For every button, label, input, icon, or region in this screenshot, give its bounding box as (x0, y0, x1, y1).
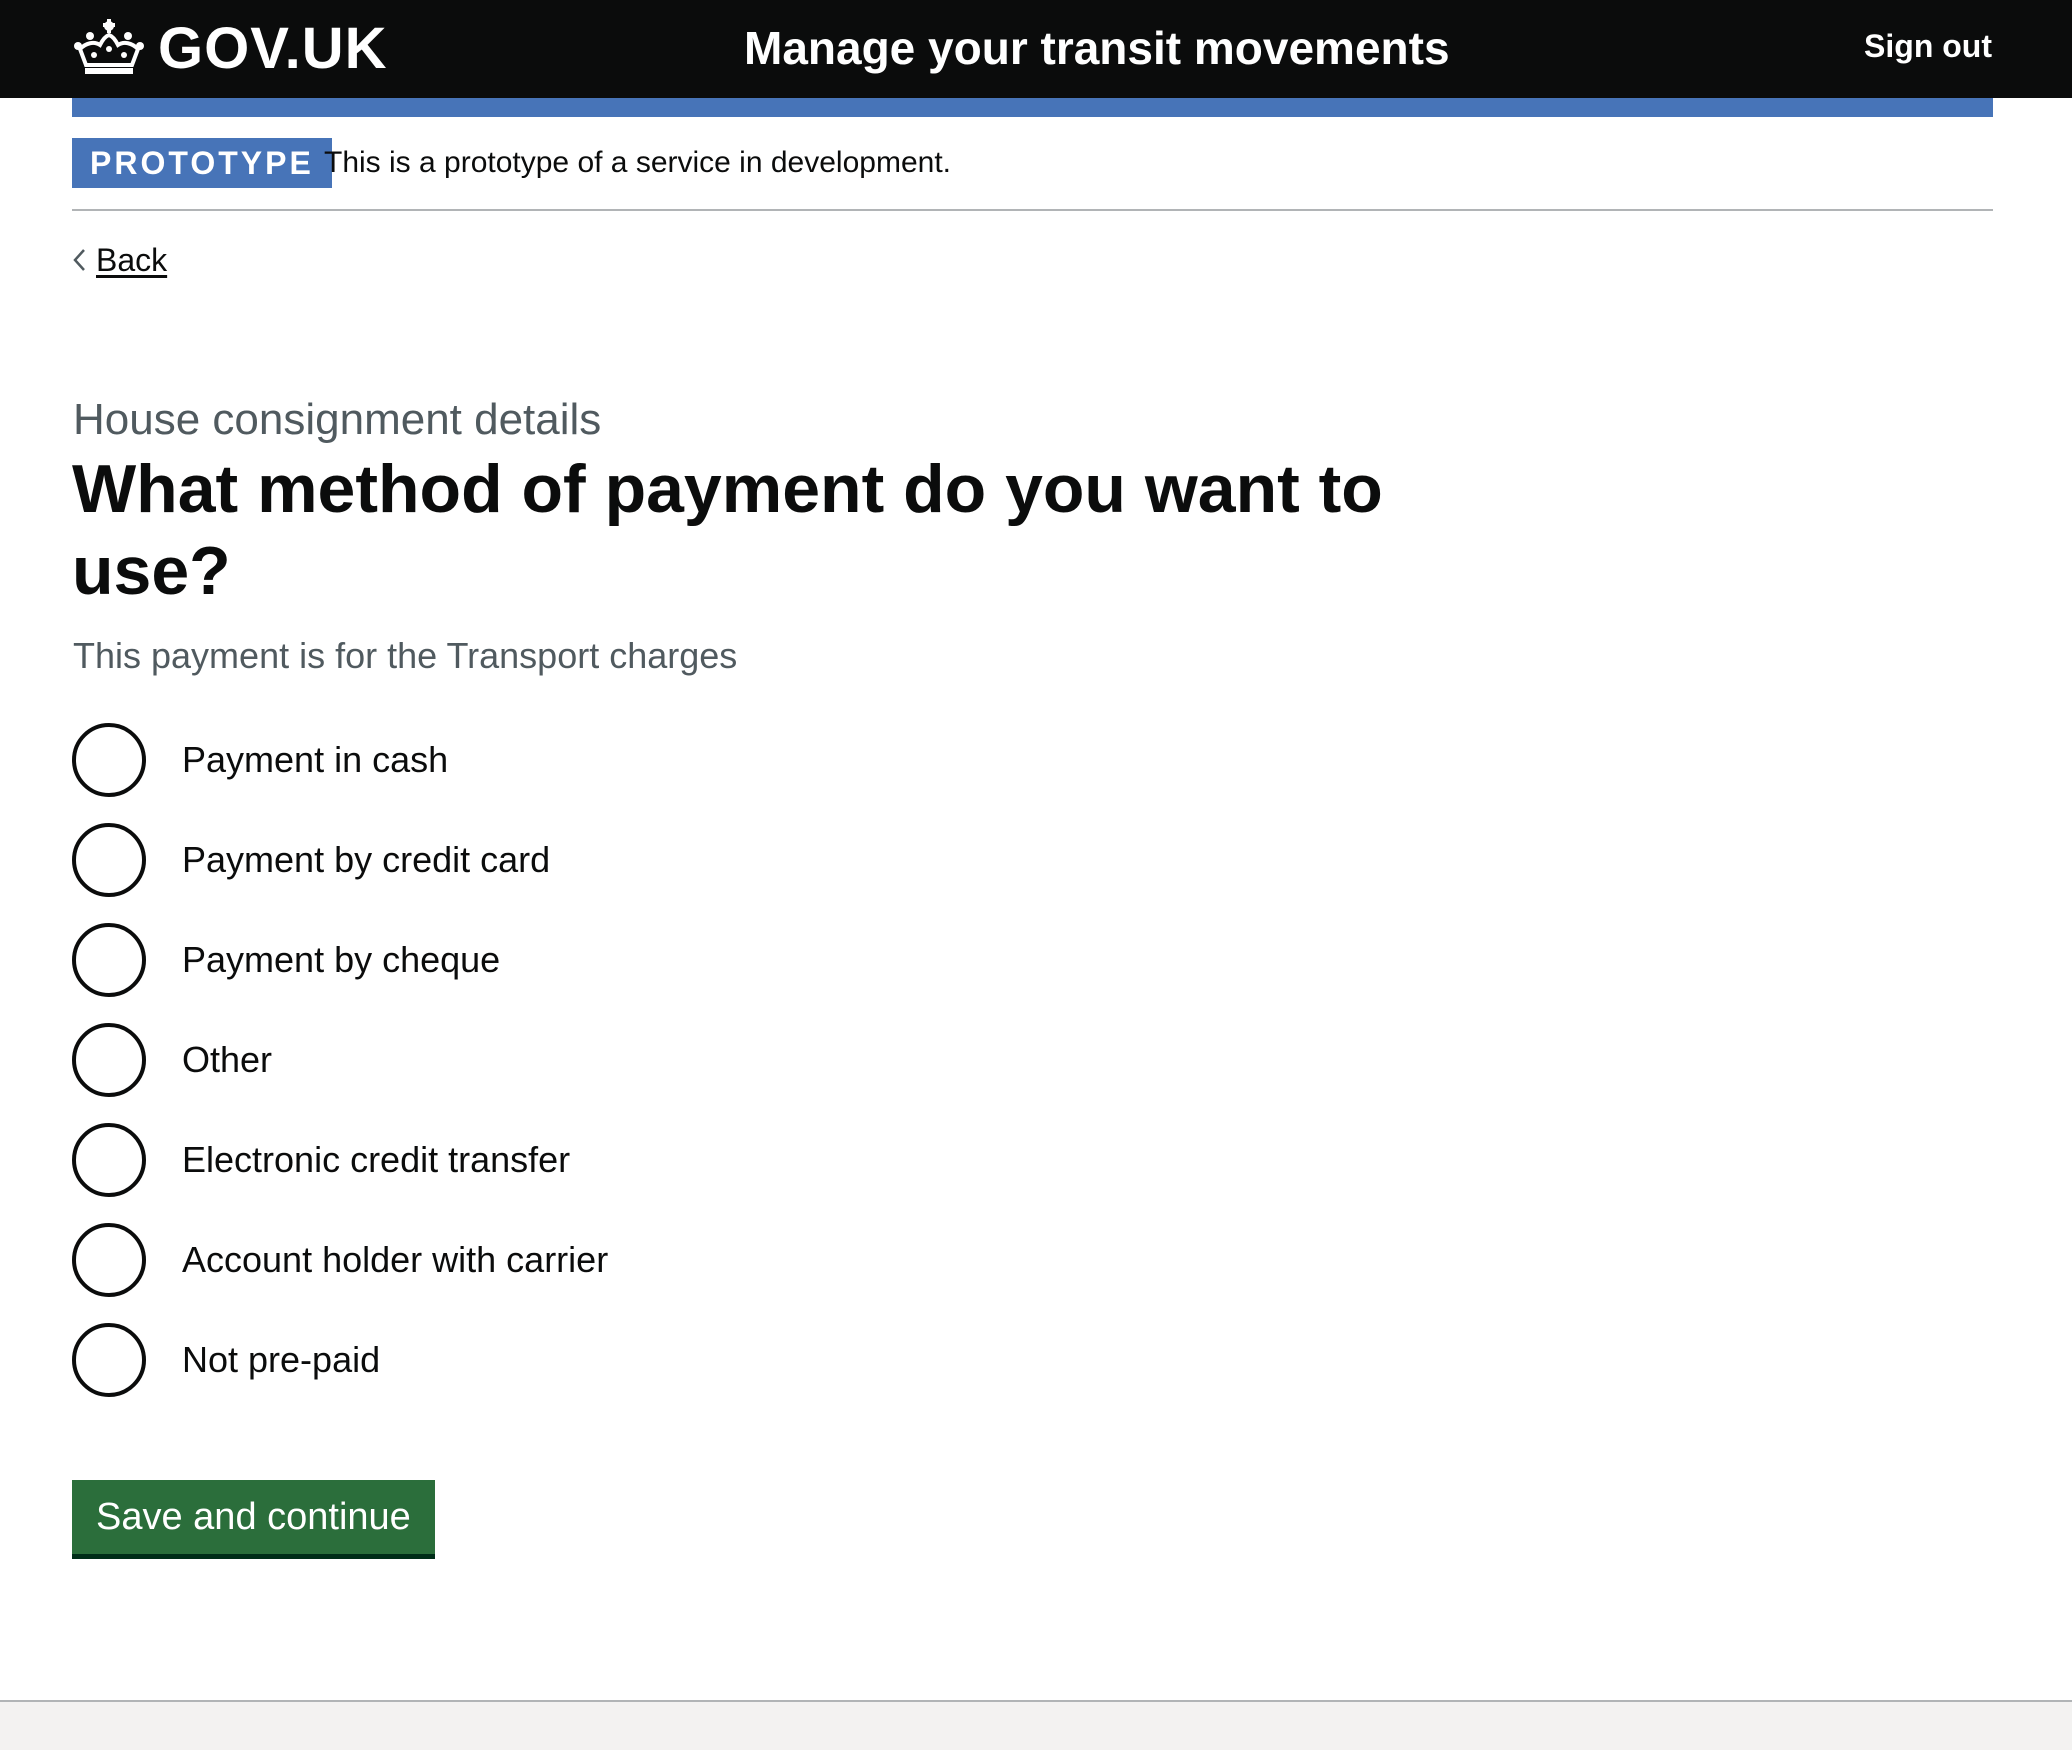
radio-option-other[interactable]: Other (72, 1020, 1272, 1100)
radio-button[interactable] (72, 1123, 146, 1197)
radio-button[interactable] (72, 1023, 146, 1097)
radio-label[interactable]: Other (182, 1036, 272, 1084)
sign-out-link[interactable]: Sign out (1864, 24, 1992, 68)
radio-button[interactable] (72, 1323, 146, 1397)
radio-button[interactable] (72, 923, 146, 997)
crown-icon (72, 19, 146, 79)
service-name-link[interactable]: Manage your transit movements (744, 18, 1450, 78)
phase-banner-text: This is a prototype of a service in deve… (324, 146, 951, 179)
govuk-logo-text: GOV.UK (158, 16, 388, 81)
radio-label[interactable]: Payment by credit card (182, 836, 550, 884)
phase-tag: PROTOTYPE (72, 138, 332, 188)
payment-method-radios: Payment in cash Payment by credit card P… (72, 720, 1272, 1420)
question-hint: This payment is for the Transport charge… (73, 635, 738, 676)
radio-button[interactable] (72, 823, 146, 897)
page-heading: What method of payment do you want to us… (72, 451, 1383, 609)
govuk-logo-link[interactable]: GOV.UK (72, 14, 387, 84)
radio-button[interactable] (72, 723, 146, 797)
phase-banner: PROTOTYPE This is a prototype of a servi… (72, 137, 1993, 211)
radio-label[interactable]: Not pre-paid (182, 1336, 380, 1384)
radio-label[interactable]: Electronic credit transfer (182, 1136, 570, 1184)
radio-button[interactable] (72, 1223, 146, 1297)
site-footer (0, 1700, 2072, 1750)
radio-option-payment-in-cash[interactable]: Payment in cash (72, 720, 1272, 800)
back-link-label: Back (96, 242, 168, 278)
radio-option-not-pre-paid[interactable]: Not pre-paid (72, 1320, 1272, 1400)
radio-label[interactable]: Payment in cash (182, 736, 448, 784)
chevron-left-icon (72, 248, 86, 272)
section-caption: House consignment details (73, 395, 602, 444)
radio-label[interactable]: Account holder with carrier (182, 1236, 608, 1284)
radio-option-account-holder-with-carrier[interactable]: Account holder with carrier (72, 1220, 1272, 1300)
radio-label[interactable]: Payment by cheque (182, 936, 500, 984)
radio-option-payment-by-cheque[interactable]: Payment by cheque (72, 920, 1272, 1000)
radio-option-electronic-credit-transfer[interactable]: Electronic credit transfer (72, 1120, 1272, 1200)
header-blue-stripe (72, 98, 1993, 117)
radio-option-payment-by-credit-card[interactable]: Payment by credit card (72, 820, 1272, 900)
site-header: GOV.UK Manage your transit movements Sig… (0, 0, 2072, 98)
save-and-continue-button[interactable]: Save and continue (72, 1480, 435, 1554)
back-link[interactable]: Back (72, 238, 167, 282)
